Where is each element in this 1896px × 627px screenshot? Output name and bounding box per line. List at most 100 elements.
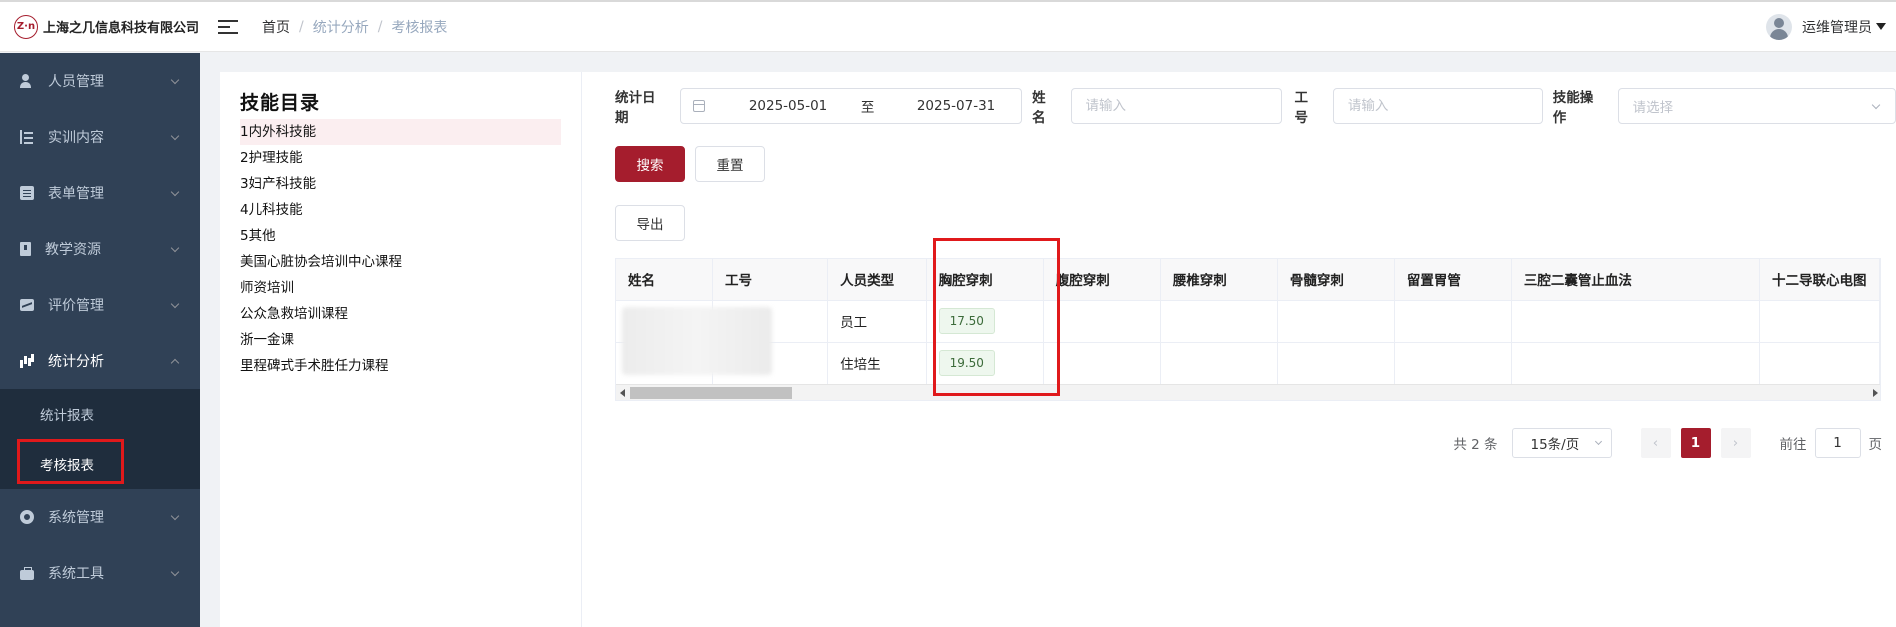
employee-id-input[interactable] — [1332, 88, 1543, 124]
name-label: 姓名 — [1032, 90, 1046, 126]
calendar-icon — [692, 100, 705, 112]
skill-select-placeholder: 请选择 — [1632, 100, 1674, 116]
scroll-left-arrow-icon[interactable] — [620, 389, 625, 397]
skill-catalog: 技能目录 1内外科技能 2护理技能 3妇产科技能 4儿科技能 5其他 美国心脏协… — [220, 72, 582, 627]
page-size-select[interactable]: 15条/页 — [1511, 428, 1612, 458]
table-row[interactable]: 员工 17.50 — [616, 300, 1880, 343]
scrollbar-thumb[interactable] — [630, 387, 792, 399]
breadcrumb-separator: / — [377, 18, 383, 35]
user-menu[interactable]: 运维管理员 — [1766, 13, 1896, 40]
date-label: 统计日期 — [615, 90, 656, 126]
user-icon — [20, 74, 34, 88]
table-header-row: 姓名 工号 人员类型 胸腔穿刺 腹腔穿刺 腰椎穿刺 骨髓穿刺 留置胃管 三腔二囊… — [616, 259, 1880, 301]
export-button[interactable]: 导出 — [615, 205, 685, 241]
sidebar-item-forms[interactable]: 表单管理 — [0, 165, 200, 221]
catalog-item[interactable]: 美国心脏协会培训中心课程 — [240, 249, 561, 275]
sidebar-subitem-stat-report[interactable]: 统计报表 — [0, 389, 200, 439]
column-header[interactable]: 十二导联心电图 — [1759, 259, 1880, 301]
logo-mark-icon: Z·n — [14, 14, 38, 39]
report-table-grid: 姓名 工号 人员类型 胸腔穿刺 腹腔穿刺 腰椎穿刺 骨髓穿刺 留置胃管 三腔二囊… — [616, 259, 1880, 385]
horizontal-scrollbar[interactable] — [616, 384, 1880, 400]
redacted-name-area — [622, 307, 772, 375]
next-page-button[interactable]: › — [1720, 428, 1751, 458]
sidebar-item-personnel[interactable]: 人员管理 — [0, 53, 200, 109]
report-table: 姓名 工号 人员类型 胸腔穿刺 腹腔穿刺 腰椎穿刺 骨髓穿刺 留置胃管 三腔二囊… — [615, 258, 1881, 401]
date-end[interactable]: 2025-07-31 — [917, 98, 1017, 114]
catalog-item[interactable]: 4儿科技能 — [240, 197, 561, 223]
catalog-item[interactable]: 3妇产科技能 — [240, 171, 561, 197]
company-name: 上海之几信息科技有限公司 — [43, 21, 200, 36]
chevron-down-icon — [170, 511, 180, 521]
column-header[interactable]: 三腔二囊管止血法 — [1511, 259, 1760, 301]
sidebar-item-evaluation[interactable]: 评价管理 — [0, 277, 200, 333]
column-header[interactable]: 人员类型 — [827, 259, 927, 301]
catalog-item[interactable]: 师资培训 — [240, 275, 561, 301]
page-number-button[interactable]: 1 — [1680, 428, 1711, 458]
company-logo[interactable]: Z·n 上海之几信息科技有限公司 — [0, 14, 200, 39]
cell-score — [1277, 342, 1395, 385]
catalog-item[interactable]: 浙一金课 — [240, 327, 561, 353]
hamburger-menu-icon[interactable] — [216, 17, 240, 37]
total-count: 共 2 条 — [1453, 437, 1498, 453]
form-icon — [20, 186, 34, 200]
cell-type: 住培生 — [827, 342, 927, 385]
goto-page-input[interactable] — [1814, 428, 1861, 458]
sidebar-item-label: 表单管理 — [48, 186, 104, 202]
column-header[interactable]: 骨髓穿刺 — [1277, 259, 1395, 301]
sidebar-item-system[interactable]: 系统管理 — [0, 489, 200, 545]
search-button[interactable]: 搜索 — [615, 146, 685, 182]
skill-select[interactable]: 请选择 — [1617, 88, 1896, 124]
chevron-down-icon — [170, 187, 180, 197]
cell-score — [1759, 300, 1880, 343]
sidebar-subitem-label: 统计报表 — [40, 408, 94, 424]
sidebar-item-label: 系统工具 — [48, 566, 104, 582]
chevron-down-icon — [170, 299, 180, 309]
catalog-item[interactable]: 2护理技能 — [240, 145, 561, 171]
caret-down-icon[interactable] — [1876, 23, 1886, 30]
column-header[interactable]: 留置胃管 — [1394, 259, 1512, 301]
report-main: 统计日期 2025-05-01 至 2025-07-31 姓名 工号 技能操作 … — [615, 72, 1896, 627]
reset-button[interactable]: 重置 — [695, 146, 765, 182]
sidebar-item-statistics[interactable]: 统计分析 — [0, 333, 200, 389]
breadcrumb-current: 考核报表 — [391, 19, 448, 36]
page-size-value: 15条/页 — [1530, 437, 1580, 453]
chevron-down-icon — [170, 243, 180, 253]
catalog-item[interactable]: 公众急救培训课程 — [240, 301, 561, 327]
cell-score — [1043, 300, 1161, 343]
date-start[interactable]: 2025-05-01 — [749, 98, 839, 114]
chevron-down-icon — [170, 131, 180, 141]
column-header[interactable]: 工号 — [712, 259, 829, 301]
sidebar: 人员管理 实训内容 表单管理 教学资源 评价管理 统计分析 统计报表 考核报表 … — [0, 53, 200, 627]
table-row[interactable]: 住培生 19.50 — [616, 342, 1880, 385]
catalog-title: 技能目录 — [240, 92, 321, 114]
catalog-item[interactable]: 5其他 — [240, 223, 561, 249]
date-range-picker[interactable]: 2025-05-01 至 2025-07-31 — [679, 88, 1023, 124]
chart-icon — [20, 354, 34, 368]
sidebar-item-tools[interactable]: 系统工具 — [0, 545, 200, 601]
column-header[interactable]: 腹腔穿刺 — [1043, 259, 1161, 301]
column-header[interactable]: 腰椎穿刺 — [1160, 259, 1278, 301]
sidebar-item-resources[interactable]: 教学资源 — [0, 221, 200, 277]
toolbox-icon — [20, 566, 34, 580]
chevron-up-icon — [170, 358, 180, 368]
gear-icon — [20, 510, 34, 524]
catalog-item[interactable]: 1内外科技能 — [240, 119, 561, 145]
cell-score — [1511, 300, 1760, 343]
prev-page-button[interactable]: ‹ — [1640, 428, 1671, 458]
name-input[interactable] — [1070, 88, 1283, 124]
cell-score — [1277, 300, 1395, 343]
cell-score — [1394, 300, 1512, 343]
filter-row: 统计日期 2025-05-01 至 2025-07-31 姓名 工号 技能操作 … — [615, 88, 1896, 126]
user-name[interactable]: 运维管理员 — [1802, 17, 1872, 37]
catalog-item[interactable]: 里程碑式手术胜任力课程 — [240, 353, 561, 379]
scroll-right-arrow-icon[interactable] — [1873, 389, 1878, 397]
breadcrumb-home[interactable]: 首页 — [262, 17, 290, 37]
avatar[interactable] — [1766, 13, 1792, 40]
evaluation-icon — [20, 299, 34, 311]
date-separator: 至 — [860, 100, 875, 116]
sidebar-item-training[interactable]: 实训内容 — [0, 109, 200, 165]
column-header[interactable]: 姓名 — [616, 259, 713, 301]
breadcrumb-separator: / — [299, 18, 304, 35]
pagination: 共 2 条 15条/页 ‹ 1 › 前往 页 — [1453, 428, 1882, 458]
cell-score — [1394, 342, 1512, 385]
